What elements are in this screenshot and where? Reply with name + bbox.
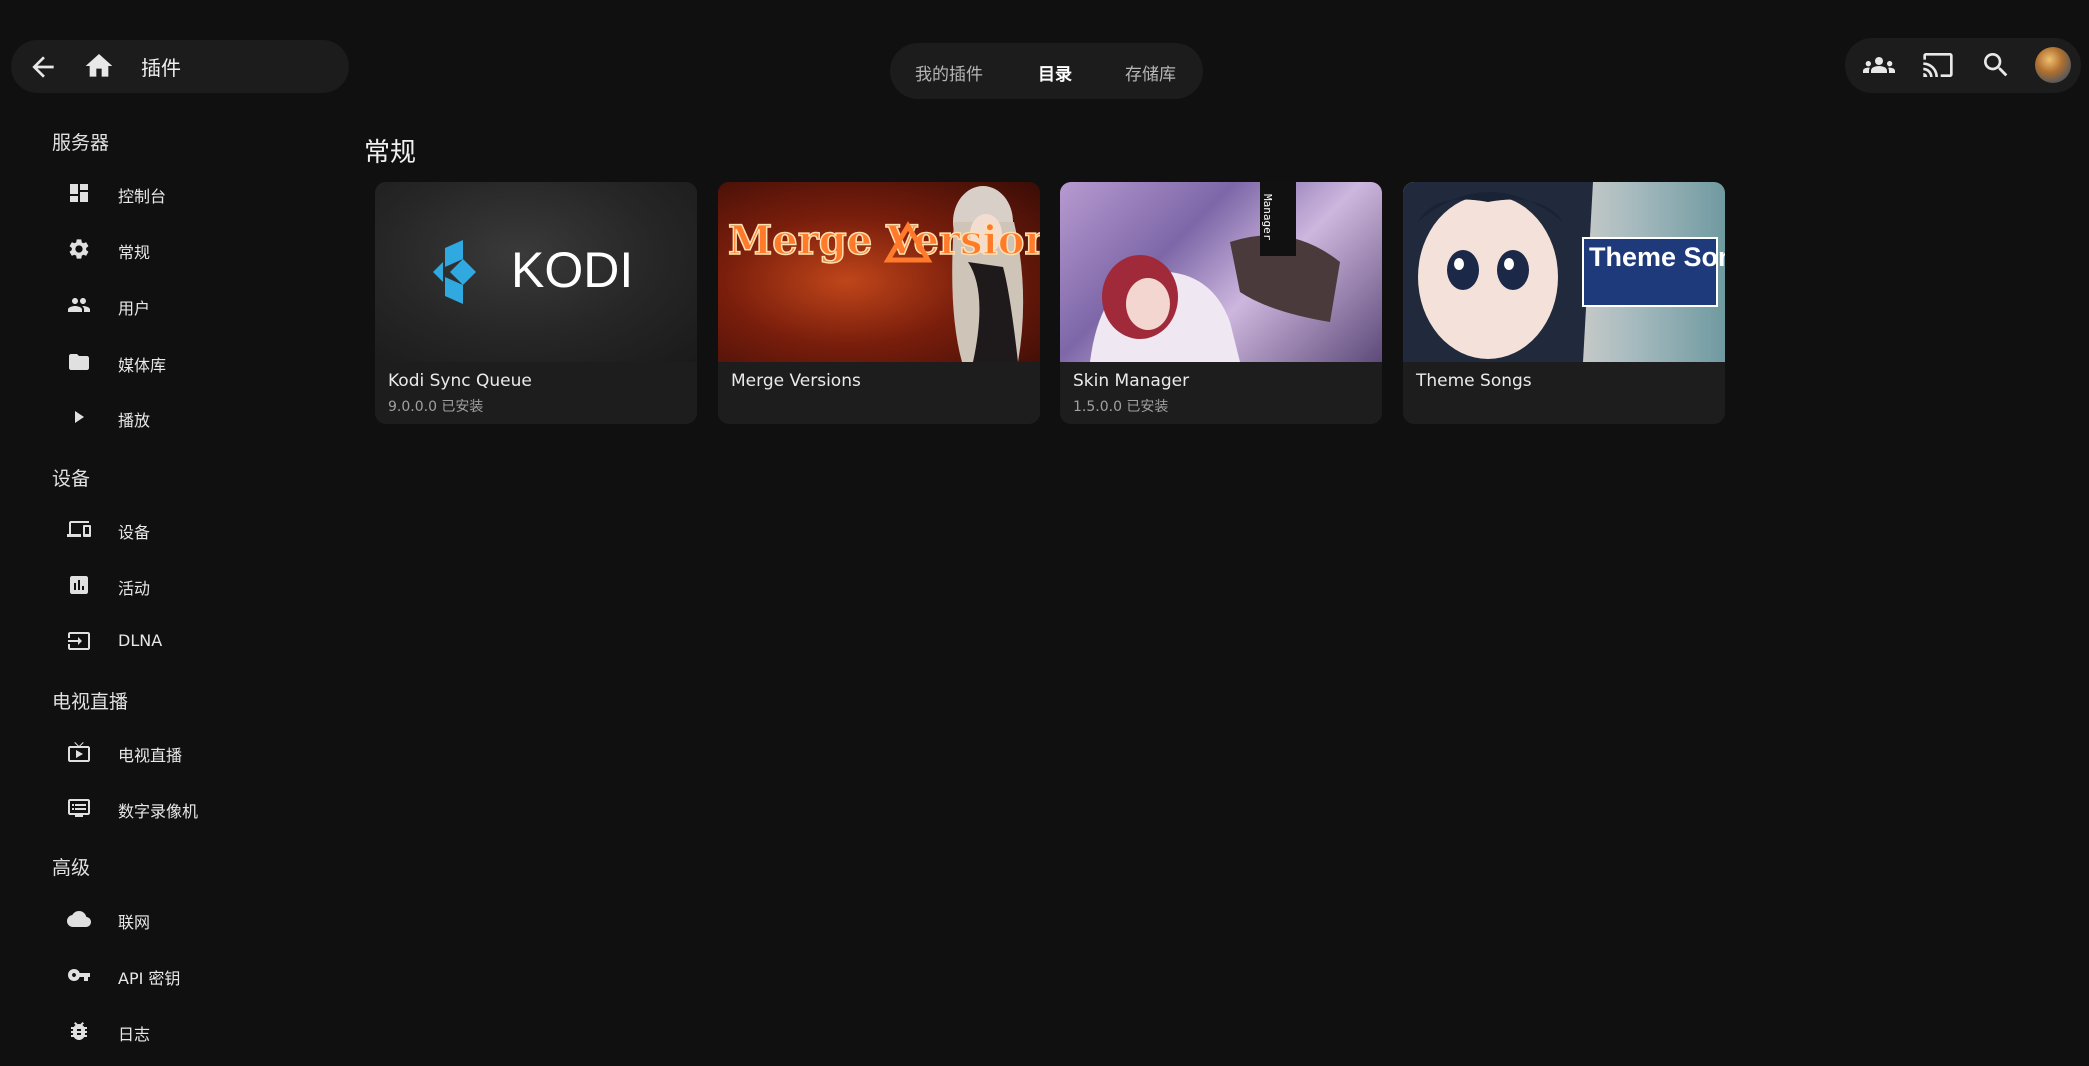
kodi-logo: KODI — [433, 240, 633, 304]
header-left-pill: 插件 — [11, 40, 349, 93]
sidebar-item-label: 控制台 — [118, 187, 167, 206]
plugin-name: Kodi Sync Queue — [388, 371, 532, 391]
sidebar-item-activity[interactable]: 活动 — [52, 564, 322, 608]
plugin-name: Skin Manager — [1073, 371, 1190, 391]
theme-logo-text: Theme Songs — [1589, 242, 1725, 272]
plugin-name: Theme Songs — [1416, 371, 1532, 391]
back-arrow-icon[interactable] — [27, 51, 59, 83]
sidebar-item-live-tv[interactable]: 电视直播 — [52, 731, 322, 775]
sidebar-item-label: 数字录像机 — [118, 802, 199, 821]
live-tv-icon — [67, 740, 91, 764]
search-icon[interactable] — [1980, 49, 2012, 81]
cloud-icon — [67, 907, 91, 931]
avatar[interactable] — [2035, 47, 2071, 83]
page-title: 插件 — [141, 56, 181, 80]
home-icon[interactable] — [83, 50, 115, 82]
plugin-card-skin-manager[interactable]: Manager Skin Manager 1.5.0.0 已安装 — [1060, 182, 1382, 424]
tab-bar: 我的插件 目录 存储库 — [890, 43, 1203, 99]
input-icon — [67, 629, 91, 653]
sidebar-item-label: 设备 — [118, 523, 151, 542]
sidebar-item-label: 用户 — [118, 299, 151, 318]
users-icon — [67, 293, 91, 317]
kodi-logo-text: KODI — [511, 242, 633, 298]
sidebar-item-label: 常规 — [118, 243, 151, 262]
dashboard-icon — [67, 181, 91, 205]
sidebar-item-label: 播放 — [118, 411, 151, 430]
sidebar-heading-devices: 设备 — [52, 468, 91, 490]
plugin-name: Merge Versions — [731, 371, 861, 391]
sidebar-heading-server: 服务器 — [52, 132, 110, 154]
sidebar-item-label: 活动 — [118, 579, 151, 598]
cast-icon[interactable] — [1922, 49, 1954, 81]
tab-repositories[interactable]: 存储库 — [1125, 60, 1176, 85]
sidebar-item-users[interactable]: 用户 — [52, 284, 322, 328]
sidebar-item-networking[interactable]: 联网 — [52, 898, 322, 942]
sidebar-heading-live-tv: 电视直播 — [52, 691, 129, 713]
sidebar-item-api-keys[interactable]: API 密钥 — [52, 954, 322, 998]
sidebar-item-label: 联网 — [118, 913, 151, 932]
sidebar-item-general[interactable]: 常规 — [52, 228, 322, 272]
tab-catalog[interactable]: 目录 — [1038, 60, 1072, 85]
tab-my-plugins[interactable]: 我的插件 — [915, 60, 983, 85]
plugin-version: 1.5.0.0 已安装 — [1073, 399, 1169, 415]
dvr-icon — [67, 796, 91, 820]
sidebar-item-playback[interactable]: 播放 — [52, 396, 322, 440]
sidebar-item-label: DLNA — [118, 631, 163, 650]
sidebar-item-label: 电视直播 — [118, 746, 183, 765]
sidebar-item-dashboard[interactable]: 控制台 — [52, 172, 322, 216]
plugin-card-merge-versions[interactable]: Merge Versions Merge Versions — [718, 182, 1040, 424]
sidebar-item-dlna[interactable]: DLNA — [52, 620, 322, 664]
folder-icon — [67, 350, 91, 374]
gear-icon — [67, 237, 91, 261]
skin-logo-text: Manager — [1261, 194, 1274, 241]
play-icon — [67, 405, 91, 429]
devices-icon — [67, 517, 91, 541]
plugin-thumbnail: Manager — [1060, 182, 1382, 362]
merge-logo-text: Merge Versions — [728, 217, 1040, 264]
plugin-card-theme-songs[interactable]: Theme Songs Theme Songs — [1403, 182, 1725, 424]
sidebar-item-label: API 密钥 — [118, 969, 181, 988]
sidebar-item-label: 日志 — [118, 1025, 151, 1044]
sidebar-heading-advanced: 高级 — [52, 857, 91, 879]
plugin-thumbnail: Theme Songs — [1403, 182, 1725, 362]
sidebar-item-label: 媒体库 — [118, 356, 167, 375]
bug-icon — [67, 1019, 91, 1043]
users-icon[interactable] — [1863, 49, 1895, 81]
sidebar-item-dvr[interactable]: 数字录像机 — [52, 787, 322, 831]
sidebar-item-devices[interactable]: 设备 — [52, 508, 322, 552]
header-right-pill — [1845, 38, 2081, 93]
plugin-card-kodi-sync-queue[interactable]: KODI Kodi Sync Queue 9.0.0.0 已安装 — [375, 182, 697, 424]
key-icon — [67, 963, 91, 987]
sidebar-item-libraries[interactable]: 媒体库 — [52, 341, 322, 385]
plugin-version: 9.0.0.0 已安装 — [388, 399, 484, 415]
sidebar-item-logs[interactable]: 日志 — [52, 1010, 322, 1054]
section-title: 常规 — [364, 138, 417, 168]
activity-icon — [67, 573, 91, 597]
plugin-thumbnail: KODI — [375, 182, 697, 362]
plugin-thumbnail: Merge Versions — [718, 182, 1040, 362]
